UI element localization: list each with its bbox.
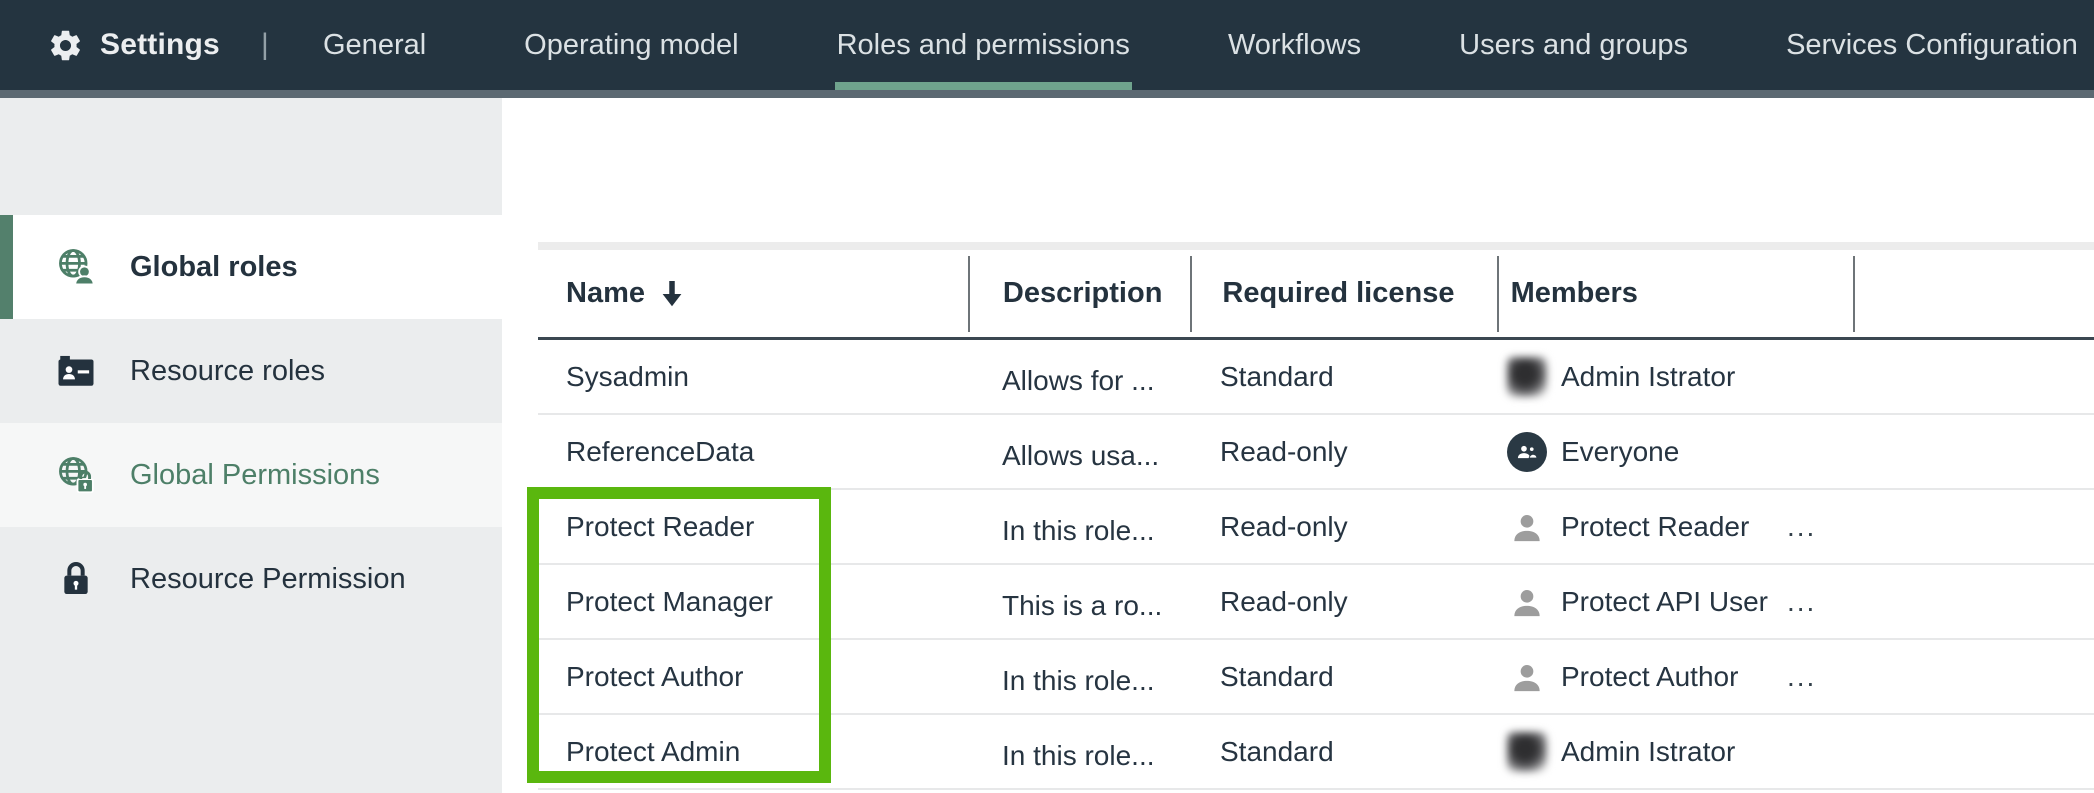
table-row-sysadmin[interactable]: Sysadmin Allows for ... Standard Admin I…: [538, 340, 2094, 415]
nav-divider: |: [261, 0, 269, 90]
sidebar-items: Global roles Resource roles: [0, 215, 502, 631]
role-name: ReferenceData: [538, 415, 969, 488]
id-card-icon: [54, 349, 98, 393]
role-description: Allows for ...: [969, 340, 1190, 413]
role-members: Protect Reader ...: [1495, 490, 1850, 563]
role-name: Sysadmin: [538, 340, 969, 413]
more-members-ellipsis[interactable]: ...: [1787, 661, 1816, 693]
nav-tabs: General Operating model Roles and permis…: [323, 0, 2078, 90]
role-name: Protect Admin: [538, 715, 969, 788]
role-description: In this role...: [969, 715, 1190, 788]
role-members: Protect Author ...: [1495, 640, 1850, 713]
app-title: Settings: [100, 28, 220, 62]
table-top-strip: [538, 242, 2094, 250]
settings-brand: Settings: [47, 0, 220, 90]
group-avatar-icon: [1507, 432, 1547, 472]
table-row-protect-author[interactable]: Protect Author In this role... Standard …: [538, 640, 2094, 715]
tab-operating-model[interactable]: Operating model: [524, 0, 738, 90]
role-description: This is a ro...: [969, 565, 1190, 638]
sidebar-item-label: Resource Permission: [130, 563, 406, 596]
sidebar-item-resource-permission[interactable]: Resource Permission: [0, 527, 502, 631]
more-members-ellipsis[interactable]: ...: [1787, 586, 1816, 618]
role-license: Standard: [1190, 340, 1495, 413]
table-row-referencedata[interactable]: ReferenceData Allows usa... Read-only Ev…: [538, 415, 2094, 490]
roles-table: Name Description Required license Member…: [538, 242, 2094, 790]
top-navbar: Settings | General Operating model Roles…: [0, 0, 2094, 90]
blurred-avatar: [1507, 732, 1547, 772]
role-members: Admin Istrator: [1495, 715, 1850, 788]
role-license: Standard: [1190, 715, 1495, 788]
person-avatar-icon: [1507, 507, 1547, 547]
column-header-empty: [1855, 250, 2094, 337]
role-license: Read-only: [1190, 415, 1495, 488]
navbar-bottom-strip: [0, 90, 2094, 98]
role-members: Everyone: [1495, 415, 1850, 488]
tab-workflows[interactable]: Workflows: [1228, 0, 1361, 90]
sidebar-item-global-permissions[interactable]: Global Permissions: [0, 423, 502, 527]
role-license: Standard: [1190, 640, 1495, 713]
more-members-ellipsis[interactable]: ...: [1787, 511, 1816, 543]
globe-lock-icon: [54, 453, 98, 497]
sort-descending-icon: [661, 281, 683, 307]
table-row-protect-manager[interactable]: Protect Manager This is a ro... Read-onl…: [538, 565, 2094, 640]
column-header-members[interactable]: Members: [1499, 250, 1853, 337]
sidebar-item-label: Resource roles: [130, 355, 325, 388]
member-name: Admin Istrator: [1561, 736, 1773, 768]
settings-screen: Settings | General Operating model Roles…: [0, 0, 2094, 793]
column-header-name[interactable]: Name: [538, 250, 968, 337]
tab-services-configuration[interactable]: Services Configuration: [1786, 0, 2078, 90]
role-description: In this role...: [969, 490, 1190, 563]
role-members: Protect API User ...: [1495, 565, 1850, 638]
role-description: In this role...: [969, 640, 1190, 713]
lock-icon: [54, 557, 98, 601]
role-name: Protect Reader: [538, 490, 969, 563]
person-avatar-icon: [1507, 582, 1547, 622]
sidebar-item-label: Global roles: [130, 251, 298, 284]
tab-roles-and-permissions[interactable]: Roles and permissions: [837, 0, 1130, 90]
member-name: Protect API User: [1561, 586, 1773, 618]
role-license: Read-only: [1190, 565, 1495, 638]
globe-user-icon: [54, 245, 98, 289]
sidebar-item-global-roles[interactable]: Global roles: [0, 215, 502, 319]
role-name: Protect Author: [538, 640, 969, 713]
member-name: Protect Author: [1561, 661, 1773, 693]
table-header-row: Name Description Required license Member…: [538, 250, 2094, 340]
tab-users-and-groups[interactable]: Users and groups: [1459, 0, 1688, 90]
tab-general[interactable]: General: [323, 0, 426, 90]
column-header-description[interactable]: Description: [970, 250, 1190, 337]
column-header-required-license[interactable]: Required license: [1192, 250, 1496, 337]
table-row-protect-reader[interactable]: Protect Reader In this role... Read-only…: [538, 490, 2094, 565]
sidebar: Global roles Resource roles: [0, 98, 502, 793]
role-name: Protect Manager: [538, 565, 969, 638]
member-name: Admin Istrator: [1561, 361, 1773, 393]
member-name: Protect Reader: [1561, 511, 1773, 543]
sidebar-item-resource-roles[interactable]: Resource roles: [0, 319, 502, 423]
role-description: Allows usa...: [969, 415, 1190, 488]
person-avatar-icon: [1507, 657, 1547, 697]
gear-icon: [47, 27, 84, 64]
member-name: Everyone: [1561, 436, 1773, 468]
sidebar-item-label: Global Permissions: [130, 459, 380, 492]
blurred-avatar: [1507, 357, 1547, 397]
role-license: Read-only: [1190, 490, 1495, 563]
role-members: Admin Istrator: [1495, 340, 1850, 413]
table-row-protect-admin[interactable]: Protect Admin In this role... Standard A…: [538, 715, 2094, 790]
